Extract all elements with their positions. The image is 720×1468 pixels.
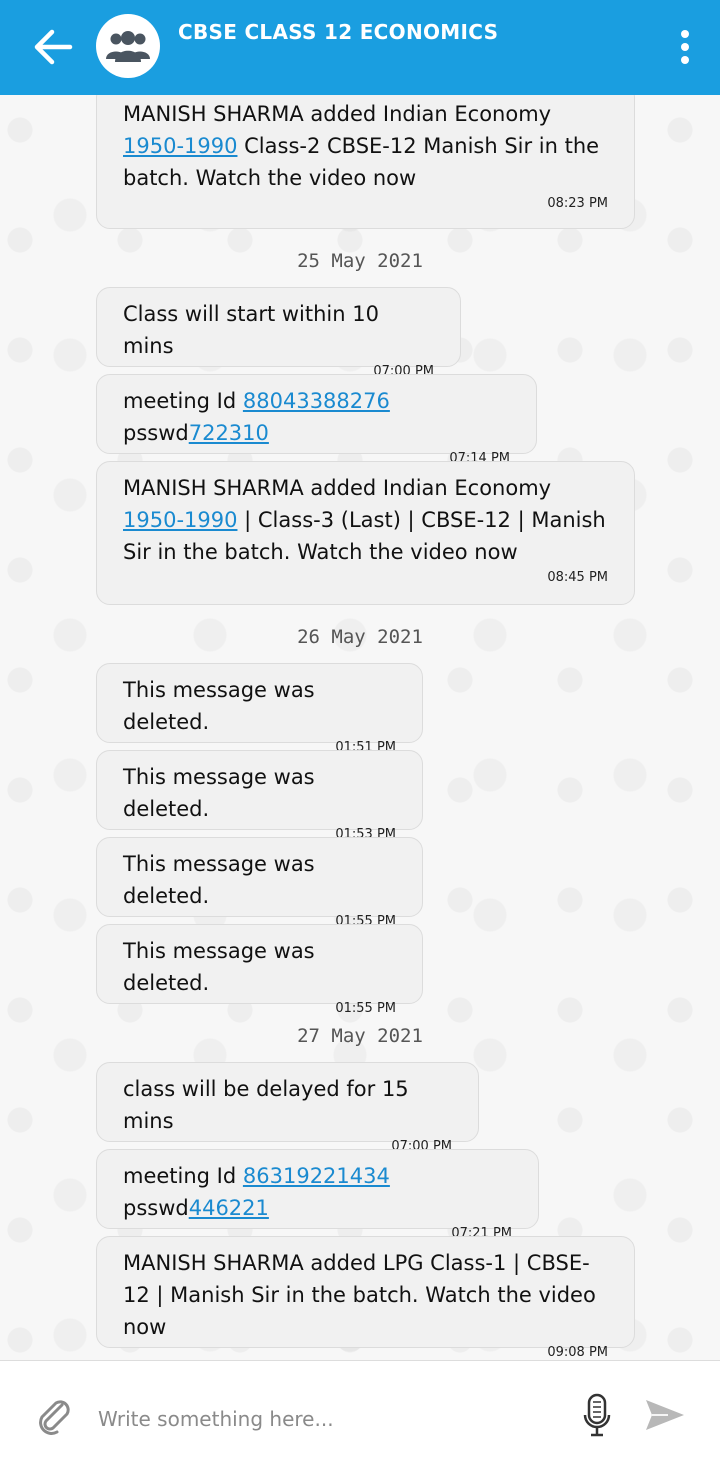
message-time: 09:08 PM (547, 1345, 608, 1360)
message-bubble[interactable]: MANISH SHARMA added Indian Economy 1950-… (96, 83, 635, 229)
message-text: This message was deleted. (123, 678, 315, 734)
message-bubble[interactable]: Class will start within 10 mins 07:00 PM (96, 287, 461, 379)
message-bubble[interactable]: This message was deleted. 01:55 PM (96, 924, 423, 1016)
group-avatar[interactable] (96, 14, 160, 78)
password-link[interactable]: 722310 (189, 421, 269, 445)
message-text: Class will start within 10 mins (123, 302, 379, 358)
more-vertical-icon (670, 30, 700, 64)
message-bubble[interactable]: This message was deleted. 01:53 PM (96, 750, 423, 842)
date-separator: 26 May 2021 (297, 626, 423, 648)
message-text: This message was deleted. (123, 939, 315, 995)
back-button[interactable] (30, 24, 76, 70)
chat-header: CBSE CLASS 12 ECONOMICS (0, 0, 720, 95)
message-text: MANISH SHARMA added LPG Class-1 | CBSE-1… (123, 1251, 596, 1339)
message-time: 08:23 PM (547, 196, 608, 211)
message-bubble[interactable]: MANISH SHARMA added Indian Economy 1950-… (96, 461, 635, 605)
message-text: MANISH SHARMA added Indian Economy 1950-… (123, 476, 606, 564)
message-text: class will be delayed for 15 mins (123, 1077, 409, 1133)
message-bubble[interactable]: This message was deleted. 01:51 PM (96, 663, 423, 755)
meeting-id-link[interactable]: 88043388276 (243, 389, 390, 413)
message-time: 08:45 PM (547, 570, 608, 585)
message-bubble[interactable]: class will be delayed for 15 mins 07:00 … (96, 1062, 479, 1154)
more-options-button[interactable] (670, 26, 700, 68)
message-text: meeting Id 88043388276 psswd722310 (123, 389, 390, 445)
message-bubble[interactable]: MANISH SHARMA added LPG Class-1 | CBSE-1… (96, 1236, 635, 1360)
arrow-left-icon (34, 29, 73, 65)
message-bubble[interactable]: This message was deleted. 01:55 PM (96, 837, 423, 929)
attach-button[interactable] (36, 1395, 72, 1435)
message-text: This message was deleted. (123, 765, 315, 821)
message-link[interactable]: 1950-1990 (123, 508, 237, 532)
date-separator: 25 May 2021 (297, 250, 423, 272)
microphone-button[interactable] (582, 1393, 612, 1437)
message-time: 01:55 PM (335, 1001, 396, 1016)
send-icon (646, 1400, 684, 1430)
send-button[interactable] (644, 1397, 686, 1433)
message-link[interactable]: 1950-1990 (123, 134, 237, 158)
group-icon (106, 31, 150, 62)
message-bubble[interactable]: meeting Id 88043388276 psswd722310 07:14… (96, 374, 537, 466)
message-bubble[interactable]: meeting Id 86319221434 psswd446221 07:21… (96, 1149, 539, 1241)
chat-title[interactable]: CBSE CLASS 12 ECONOMICS (178, 20, 498, 44)
microphone-icon (583, 1393, 611, 1437)
password-link[interactable]: 446221 (189, 1196, 269, 1220)
message-text: meeting Id 86319221434 psswd446221 (123, 1164, 390, 1220)
date-separator: 27 May 2021 (297, 1025, 423, 1047)
meeting-id-link[interactable]: 86319221434 (243, 1164, 390, 1188)
paperclip-icon (39, 1400, 70, 1435)
message-text: This message was deleted. (123, 852, 315, 908)
message-input[interactable] (96, 1398, 560, 1440)
message-text: MANISH SHARMA added Indian Economy 1950-… (123, 102, 600, 190)
